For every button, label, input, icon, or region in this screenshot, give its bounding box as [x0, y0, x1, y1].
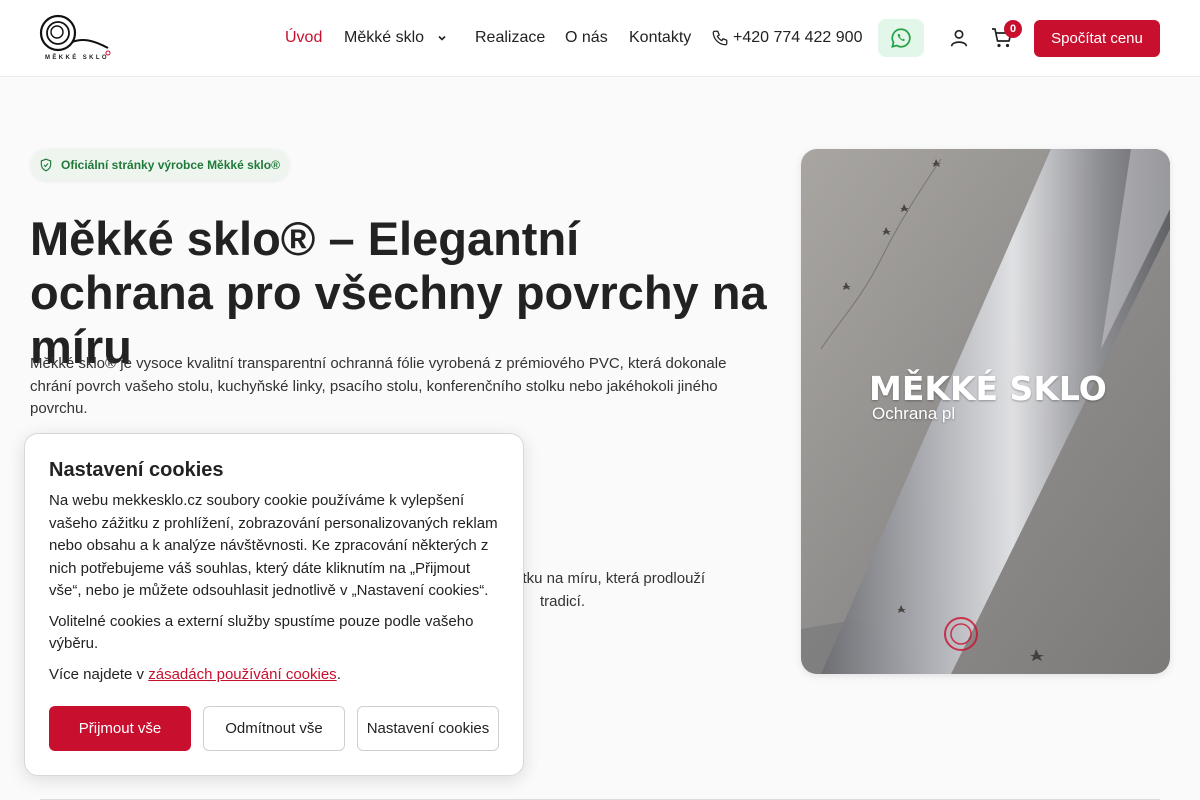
badge-text: Oficiální stránky výrobce Měkké sklo®: [61, 157, 280, 172]
cookie-policy-prefix: Více najdete v: [49, 665, 149, 683]
accept-all-button[interactable]: Přijmout vše: [49, 706, 191, 751]
whatsapp-icon: [891, 28, 911, 48]
reject-all-button[interactable]: Odmítnout vše: [203, 706, 345, 751]
hero-image: MĚKKÉ SKLO Ochrana pl: [801, 149, 1170, 674]
cookie-policy-suffix: .: [336, 665, 341, 683]
cookie-title: Nastavení cookies: [49, 459, 224, 481]
page-title: Měkké sklo® – Elegantní ochrana pro všec…: [30, 212, 767, 373]
nav-uvod[interactable]: Úvod: [285, 29, 322, 47]
cookie-settings-button[interactable]: Nastavení cookies: [357, 706, 499, 751]
nav-realizace[interactable]: Realizace: [475, 29, 545, 47]
image-title: MĚKKÉ SKLO: [869, 369, 1107, 408]
cookie-optional-text: Volitelné cookies a externí služby spust…: [49, 612, 474, 653]
hero-description: Měkké sklo® je vysoce kvalitní transpare…: [30, 355, 727, 417]
calculate-price-button[interactable]: Spočítat cenu: [1034, 20, 1160, 57]
nav-mekke-sklo[interactable]: Měkké sklo: [344, 29, 448, 47]
nav-mekke-sklo-label: Měkké sklo: [344, 29, 425, 46]
cookie-consent-dialog: Nastavení cookies Na webu mekkesklo.cz s…: [24, 433, 524, 776]
user-icon[interactable]: [948, 27, 970, 49]
whatsapp-button[interactable]: [878, 19, 924, 57]
cookie-policy-text: Více najdete v zásadách používání cookie…: [49, 664, 499, 687]
logo-text: MĚKKÉ SKLO: [45, 55, 110, 61]
nav-o-nas[interactable]: O nás: [565, 29, 608, 47]
cookie-buttons: Přijmout vše Odmítnout vše Nastavení coo…: [49, 706, 499, 751]
shield-check-icon: [40, 158, 52, 171]
phone-icon: [712, 30, 728, 46]
cart-count-badge: 0: [1004, 20, 1022, 38]
cookie-text: Na webu mekkesklo.cz soubory cookie použ…: [49, 492, 498, 599]
phone-link[interactable]: +420 774 422 900: [733, 29, 862, 47]
cookie-policy-link[interactable]: zásadách používání cookies: [148, 666, 336, 683]
site-header: MĚKKÉ SKLO Úvod Měkké sklo Realizace O n…: [0, 0, 1200, 77]
image-subtitle: Ochrana pl: [872, 404, 956, 423]
chevron-down-icon: [438, 35, 446, 41]
nav-kontakty[interactable]: Kontakty: [629, 29, 691, 47]
product-photo: [801, 149, 1170, 674]
official-site-badge: Oficiální stránky výrobce Měkké sklo®: [31, 149, 289, 180]
